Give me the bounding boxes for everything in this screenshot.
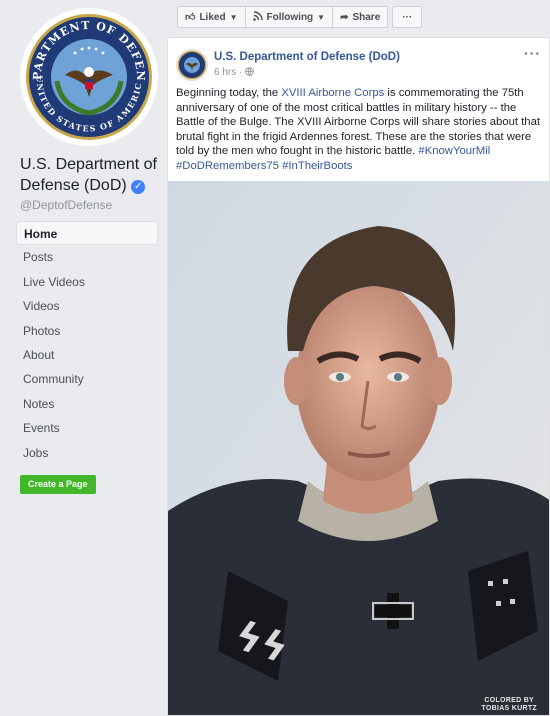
more-options-button[interactable]: ··· <box>392 6 423 28</box>
chevron-down-icon: ▼ <box>317 12 326 22</box>
share-label: Share <box>352 11 381 23</box>
post-text-part: Beginning today, the <box>176 87 282 99</box>
page-handle[interactable]: @DeptofDefense <box>20 198 112 212</box>
soldier-portrait-illustration: ϟϟ <box>168 181 549 715</box>
sidebar-item-community[interactable]: Community <box>16 367 158 391</box>
thumbs-up-icon: 👍︎ <box>185 12 196 23</box>
liked-button[interactable]: 👍︎ Liked ▼ <box>177 6 246 28</box>
page-actions-bar: 👍︎ Liked ▼ Following ▼ ➦ Share ··· <box>177 6 423 28</box>
page-nav: Home Posts Live Videos Videos Photos Abo… <box>16 221 158 465</box>
page-title: U.S. Department of Defense (DoD) ✓ <box>20 154 160 196</box>
post-author-name[interactable]: U.S. Department of Defense (DoD) <box>214 51 400 63</box>
following-label: Following <box>266 11 314 23</box>
credit-line-2: TOBIAS KURTZ <box>481 705 537 712</box>
sidebar-item-events[interactable]: Events <box>16 416 158 440</box>
sidebar-item-posts[interactable]: Posts <box>16 245 158 269</box>
post-photo[interactable]: ϟϟ COLORED BY TOBIAS KURTZ <box>168 181 549 715</box>
post-author-avatar[interactable] <box>176 49 208 81</box>
credit-line-1: COLORED BY <box>484 697 535 704</box>
post-options-icon[interactable]: ··· <box>524 45 541 61</box>
hashtag-know-your-mil[interactable]: #KnowYourMil <box>418 145 490 157</box>
rss-icon <box>252 10 263 24</box>
xviii-airborne-link[interactable]: XVIII Airborne Corps <box>281 87 384 99</box>
post-card: U.S. Department of Defense (DoD) 6 hrs ·… <box>167 37 550 716</box>
create-page-button[interactable]: Create a Page <box>20 475 96 494</box>
share-button[interactable]: ➦ Share <box>333 6 389 28</box>
image-credit: COLORED BY TOBIAS KURTZ <box>481 697 537 713</box>
sidebar-item-photos[interactable]: Photos <box>16 319 158 343</box>
post-timestamp[interactable]: 6 hrs <box>214 67 236 78</box>
left-sidebar: DEPARTMENT OF DEFENSE UNITED STATES OF A… <box>0 0 166 716</box>
post-body: Beginning today, the XVIII Airborne Corp… <box>176 86 544 174</box>
following-button[interactable]: Following ▼ <box>245 6 334 28</box>
page-profile-logo[interactable]: DEPARTMENT OF DEFENSE UNITED STATES OF A… <box>20 8 158 146</box>
verified-badge-icon: ✓ <box>131 180 146 194</box>
globe-icon <box>245 67 254 78</box>
dod-seal-icon <box>177 50 207 80</box>
sidebar-item-videos[interactable]: Videos <box>16 294 158 318</box>
dod-seal-icon: DEPARTMENT OF DEFENSE UNITED STATES OF A… <box>21 9 155 143</box>
sidebar-item-notes[interactable]: Notes <box>16 392 158 416</box>
sidebar-item-about[interactable]: About <box>16 343 158 367</box>
hashtag-dod-remembers-75[interactable]: #DoDRemembers75 <box>176 160 279 172</box>
share-arrow-icon: ➦ <box>340 11 349 23</box>
sidebar-item-jobs[interactable]: Jobs <box>16 441 158 465</box>
hashtag-in-their-boots[interactable]: #InTheirBoots <box>282 160 352 172</box>
post-meta: 6 hrs · <box>214 67 254 78</box>
sidebar-item-live-videos[interactable]: Live Videos <box>16 270 158 294</box>
sidebar-item-home[interactable]: Home <box>16 221 158 246</box>
liked-label: Liked <box>199 11 226 23</box>
chevron-down-icon: ▼ <box>229 12 238 22</box>
